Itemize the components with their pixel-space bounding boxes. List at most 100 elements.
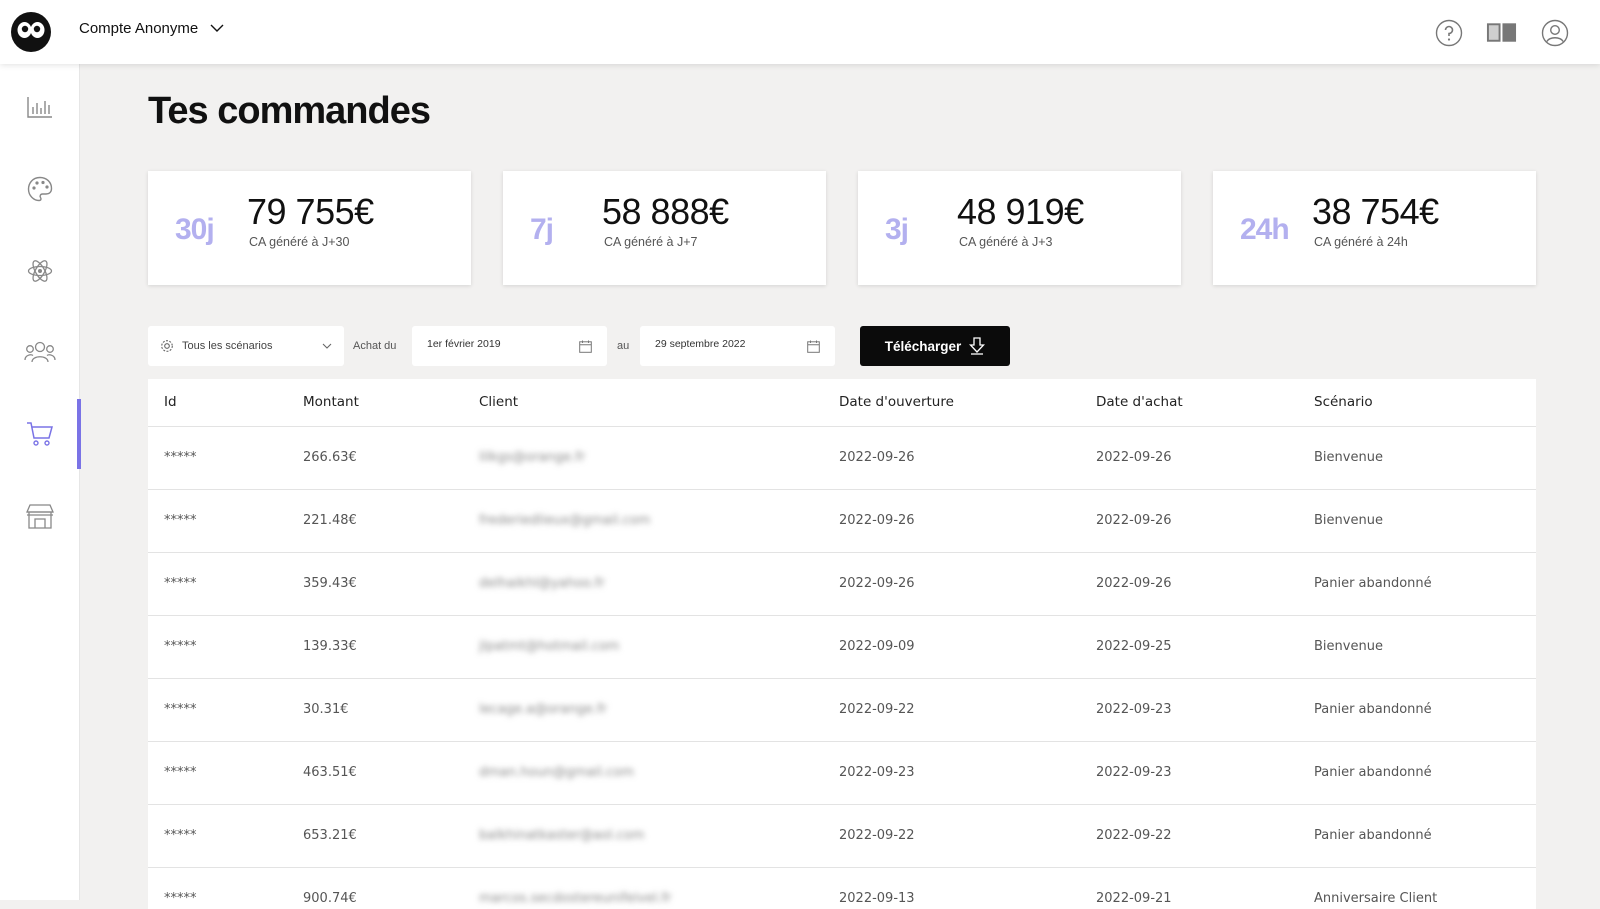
- stat-period: 7j: [530, 213, 554, 246]
- cell-client: balkhinatkaster@aol.com: [463, 804, 823, 868]
- account-name: Compte Anonyme: [79, 20, 199, 37]
- stat-label: CA généré à J+30: [249, 235, 350, 249]
- column-header-purchase-date[interactable]: Date d'achat: [1080, 379, 1298, 427]
- download-icon: [969, 337, 986, 355]
- table-row[interactable]: ***** 266.63€ lilkgs@orange.fr 2022-09-2…: [148, 426, 1536, 490]
- sidebar-item-scenarios[interactable]: [0, 236, 80, 306]
- cell-amount: 221.48€: [287, 489, 463, 553]
- cell-client: dman.houn@gmail.com: [463, 741, 823, 805]
- chevron-down-icon: [322, 343, 332, 349]
- table-header-row: Id Montant Client Date d'ouverture Date …: [148, 379, 1536, 427]
- cell-purchase-date: 2022-09-26: [1080, 552, 1298, 616]
- from-date-input[interactable]: 1er février 2019: [412, 326, 607, 366]
- from-label: Achat du: [353, 340, 397, 352]
- column-header-open-date[interactable]: Date d'ouverture: [823, 379, 1080, 427]
- cell-open-date: 2022-09-26: [823, 552, 1080, 616]
- cell-purchase-date: 2022-09-26: [1080, 489, 1298, 553]
- cell-scenario: Bienvenue: [1298, 489, 1536, 553]
- account-switcher[interactable]: Compte Anonyme: [79, 20, 224, 37]
- atom-icon: [27, 260, 53, 282]
- book-icon[interactable]: [1486, 17, 1517, 48]
- cell-purchase-date: 2022-09-25: [1080, 615, 1298, 679]
- column-header-scenario[interactable]: Scénario: [1298, 379, 1536, 427]
- bar-chart-icon: [27, 97, 52, 118]
- cell-open-date: 2022-09-09: [823, 615, 1080, 679]
- cell-client: lilkgs@orange.fr: [463, 426, 823, 490]
- cell-scenario: Bienvenue: [1298, 615, 1536, 679]
- to-date-input[interactable]: 29 septembre 2022: [640, 326, 835, 366]
- cell-purchase-date: 2022-09-22: [1080, 804, 1298, 868]
- stat-label: CA généré à J+3: [959, 235, 1053, 249]
- main-content: Tes commandes 30j 79 755€ CA généré à J+…: [80, 64, 1600, 909]
- cell-id: *****: [148, 426, 287, 490]
- cell-purchase-date: 2022-09-26: [1080, 426, 1298, 490]
- to-date-value: 29 septembre 2022: [655, 338, 746, 350]
- cart-icon: [27, 422, 53, 446]
- cell-client: frederiedlieux@gmail.com: [463, 489, 823, 553]
- cell-id: *****: [148, 867, 287, 909]
- table-row[interactable]: ***** 30.31€ lecage.a@orange.fr 2022-09-…: [148, 678, 1536, 742]
- stat-period: 30j: [175, 213, 215, 246]
- sidebar-item-shop[interactable]: [0, 481, 80, 551]
- table-row[interactable]: ***** 463.51€ dman.houn@gmail.com 2022-0…: [148, 741, 1536, 805]
- cell-id: *****: [148, 615, 287, 679]
- column-header-id[interactable]: Id: [148, 379, 287, 427]
- top-bar: Compte Anonyme: [0, 0, 1600, 64]
- table-row[interactable]: ***** 653.21€ balkhinatkaster@aol.com 20…: [148, 804, 1536, 868]
- cell-amount: 139.33€: [287, 615, 463, 679]
- cell-id: *****: [148, 489, 287, 553]
- stat-card-30j: 30j 79 755€ CA généré à J+30: [148, 171, 471, 285]
- stat-value: 48 919€: [957, 191, 1084, 232]
- sidebar-item-stats[interactable]: [0, 72, 80, 142]
- table-row[interactable]: ***** 359.43€ delhaikhl@yahoo.fr 2022-09…: [148, 552, 1536, 616]
- cell-scenario: Panier abandonné: [1298, 804, 1536, 868]
- help-icon[interactable]: [1433, 17, 1464, 48]
- cell-purchase-date: 2022-09-21: [1080, 867, 1298, 909]
- cell-id: *****: [148, 678, 287, 742]
- logo-icon[interactable]: [10, 11, 52, 53]
- table-row[interactable]: ***** 221.48€ frederiedlieux@gmail.com 2…: [148, 489, 1536, 553]
- stat-label: CA généré à 24h: [1314, 235, 1408, 249]
- cell-open-date: 2022-09-22: [823, 678, 1080, 742]
- table-row[interactable]: ***** 900.74€ marcos.secdostereunifeivel…: [148, 867, 1536, 909]
- gear-icon: [161, 340, 173, 352]
- cell-id: *****: [148, 804, 287, 868]
- stat-card-7j: 7j 58 888€ CA généré à J+7: [503, 171, 826, 285]
- cell-amount: 653.21€: [287, 804, 463, 868]
- cell-amount: 266.63€: [287, 426, 463, 490]
- cell-scenario: Panier abandonné: [1298, 678, 1536, 742]
- user-icon[interactable]: [1539, 17, 1570, 48]
- store-icon: [26, 504, 54, 529]
- column-header-client[interactable]: Client: [463, 379, 823, 427]
- scenario-select-value: Tous les scénarios: [182, 340, 273, 352]
- stat-label: CA généré à J+7: [604, 235, 698, 249]
- cell-id: *****: [148, 552, 287, 616]
- cell-open-date: 2022-09-23: [823, 741, 1080, 805]
- page-title: Tes commandes: [148, 90, 431, 132]
- download-button-label: Télécharger: [884, 338, 962, 354]
- users-icon: [24, 341, 56, 363]
- calendar-icon[interactable]: [807, 340, 820, 353]
- download-button[interactable]: Télécharger: [860, 326, 1010, 366]
- cell-scenario: Panier abandonné: [1298, 741, 1536, 805]
- column-header-amount[interactable]: Montant: [287, 379, 463, 427]
- cell-scenario: Anniversaire Client: [1298, 867, 1536, 909]
- cell-amount: 463.51€: [287, 741, 463, 805]
- cell-amount: 359.43€: [287, 552, 463, 616]
- cell-scenario: Panier abandonné: [1298, 552, 1536, 616]
- sidebar-item-contacts[interactable]: [0, 317, 80, 387]
- sidebar-item-orders[interactable]: [0, 399, 81, 469]
- palette-icon: [27, 176, 53, 202]
- table-row[interactable]: ***** 139.33€ jlpatmt@hotmail.com 2022-0…: [148, 615, 1536, 679]
- stat-value: 38 754€: [1312, 191, 1439, 232]
- stat-value: 79 755€: [247, 191, 374, 232]
- sidebar-item-design[interactable]: [0, 154, 80, 224]
- stat-value: 58 888€: [602, 191, 729, 232]
- scenario-select[interactable]: Tous les scénarios: [148, 326, 344, 366]
- cell-open-date: 2022-09-22: [823, 804, 1080, 868]
- calendar-icon[interactable]: [579, 340, 592, 353]
- cell-purchase-date: 2022-09-23: [1080, 678, 1298, 742]
- cell-open-date: 2022-09-26: [823, 426, 1080, 490]
- sidebar: [0, 64, 81, 900]
- from-date-value: 1er février 2019: [427, 338, 501, 350]
